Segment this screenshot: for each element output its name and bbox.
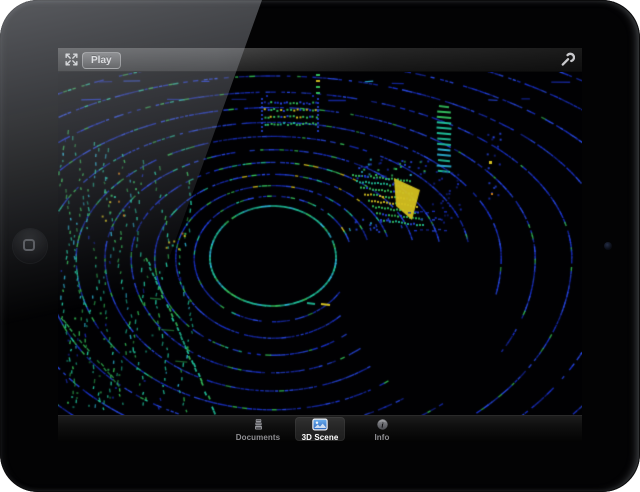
tab-3d-scene[interactable]: 3D Scene: [294, 416, 346, 442]
fullscreen-button[interactable]: [63, 52, 79, 70]
app-screen: Play Documents 3D Scene i Info: [58, 48, 582, 442]
expand-arrows-icon: [64, 52, 79, 70]
tab-bar: Documents 3D Scene i Info: [58, 415, 582, 442]
info-circle-icon: i: [376, 418, 389, 432]
screenshot-stage: Play Documents 3D Scene i Info: [0, 0, 640, 492]
lidar-point-cloud-scene[interactable]: [58, 72, 582, 415]
ipad-frame: Play Documents 3D Scene i Info: [0, 0, 640, 492]
document-stack-icon: [252, 418, 265, 432]
home-button[interactable]: [13, 229, 47, 263]
tab-3d-scene-label: 3D Scene: [301, 432, 339, 442]
toolbar-right-shade: [58, 48, 582, 71]
tab-documents-label: Documents: [235, 432, 281, 442]
settings-button[interactable]: [558, 52, 576, 69]
home-button-square: [23, 239, 35, 251]
wrench-icon: [559, 51, 576, 70]
photo-scene-icon: [312, 418, 328, 432]
toolbar: Play: [58, 48, 582, 72]
tab-info[interactable]: i Info: [356, 417, 408, 442]
play-button[interactable]: Play: [82, 52, 121, 69]
tab-documents[interactable]: Documents: [232, 417, 284, 442]
tab-info-label: Info: [374, 432, 390, 442]
front-camera: [604, 242, 612, 250]
